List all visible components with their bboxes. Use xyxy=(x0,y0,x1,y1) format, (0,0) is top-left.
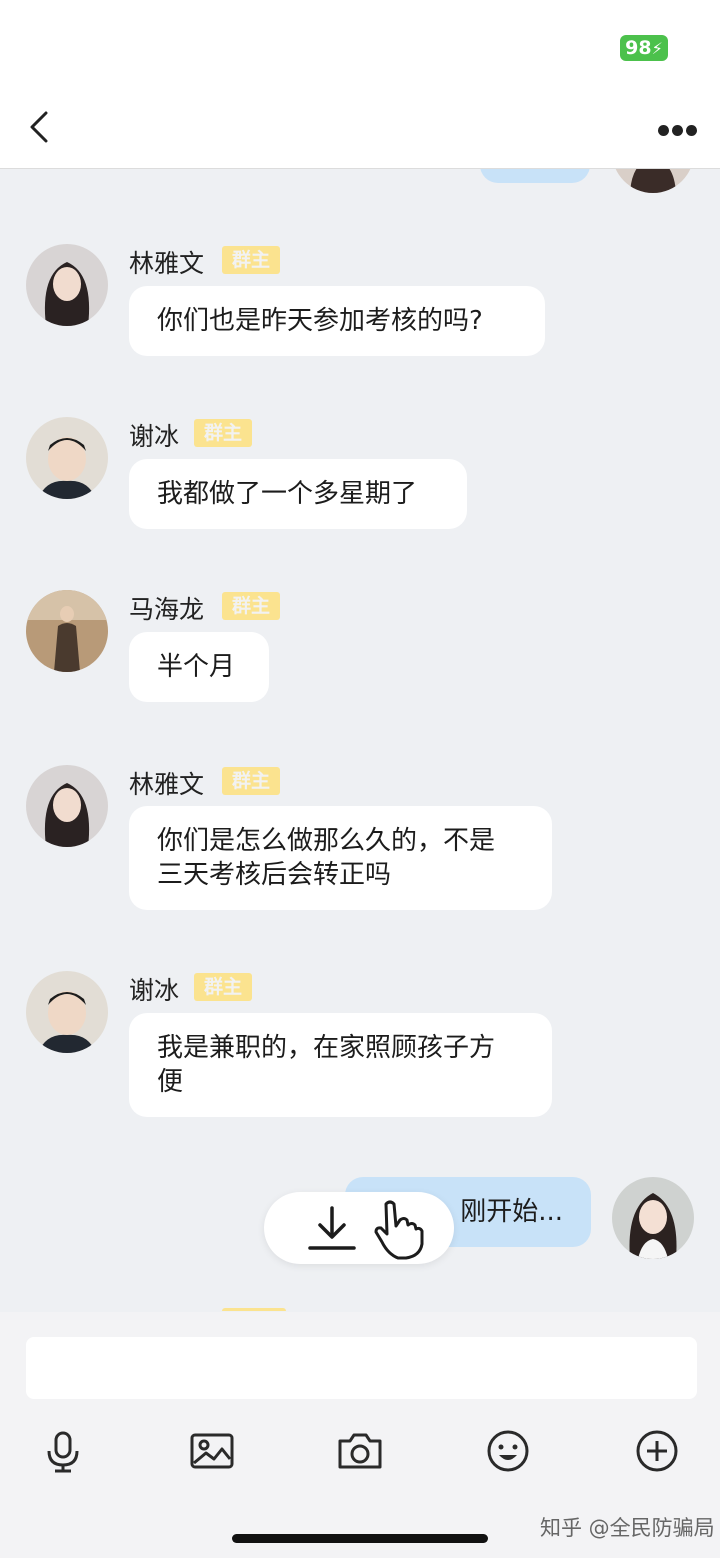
more-dot xyxy=(686,125,697,136)
sender-name: 马海龙 xyxy=(129,595,205,624)
avatar-photo xyxy=(26,971,108,1053)
owner-badge: 群主 xyxy=(222,592,281,620)
message-text: 刚开始... xyxy=(460,1197,563,1227)
my-avatar-partial[interactable] xyxy=(612,169,694,193)
avatar-photo xyxy=(26,417,108,499)
avatar-photo xyxy=(26,590,108,672)
message-bubble[interactable]: 我是兼职的，在家照顾孩子方 便 xyxy=(129,1013,552,1117)
message-bubble[interactable]: 半个月 xyxy=(129,632,269,702)
message-bubble[interactable]: 你们也是昨天参加考核的吗? xyxy=(129,286,545,356)
owner-badge-partial xyxy=(222,1308,286,1311)
charging-icon: ⚡ xyxy=(651,39,663,58)
chat-header xyxy=(0,95,720,169)
message-bubble[interactable]: 我都做了一个多星期了 xyxy=(129,459,467,529)
avatar[interactable] xyxy=(26,244,108,326)
pointing-hand-icon[interactable] xyxy=(372,1198,432,1260)
owner-badge: 群主 xyxy=(222,767,281,795)
avatar[interactable] xyxy=(26,417,108,499)
message-input[interactable] xyxy=(26,1337,697,1399)
my-message-bubble-partial[interactable] xyxy=(480,169,590,183)
avatar-photo xyxy=(612,1177,694,1259)
avatar[interactable] xyxy=(26,590,108,672)
floating-action-pill[interactable] xyxy=(264,1192,454,1264)
sender-name: 谢冰 xyxy=(129,976,180,1005)
message-text: 半个月 xyxy=(157,652,236,682)
plus-circle-icon[interactable] xyxy=(633,1427,681,1475)
status-bar: 98⚡ xyxy=(0,0,720,95)
battery-indicator: 98⚡ xyxy=(620,35,668,61)
avatar-photo xyxy=(612,169,694,193)
microphone-icon[interactable] xyxy=(39,1427,87,1475)
message-text: 你们也是昨天参加考核的吗? xyxy=(157,306,483,336)
owner-badge: 群主 xyxy=(194,419,253,447)
message-text-line: 便 xyxy=(157,1067,184,1097)
more-dots-icon xyxy=(658,125,669,136)
more-button[interactable] xyxy=(658,125,698,137)
watermark: 知乎 @全民防骗局 xyxy=(540,1516,715,1540)
message-text-line: 你们是怎么做那么久的，不是 xyxy=(157,826,496,856)
image-icon[interactable] xyxy=(188,1427,236,1475)
battery-level: 98 xyxy=(625,37,652,59)
chat-area[interactable]: 林雅文 群主 你们也是昨天参加考核的吗? 谢冰 群主 我都做了一个多星期了 马海… xyxy=(0,169,720,1311)
sender-name: 林雅文 xyxy=(129,770,205,799)
sender-name: 林雅文 xyxy=(129,249,205,278)
avatar-photo xyxy=(26,244,108,326)
avatar[interactable] xyxy=(26,765,108,847)
message-text-line: 我是兼职的，在家照顾孩子方 xyxy=(157,1033,496,1063)
avatar-photo xyxy=(26,765,108,847)
message-bubble[interactable]: 你们是怎么做那么久的，不是 三天考核后会转正吗 xyxy=(129,806,552,910)
message-text-line: 三天考核后会转正吗 xyxy=(157,860,392,890)
download-icon[interactable] xyxy=(306,1202,358,1254)
my-avatar[interactable] xyxy=(612,1177,694,1259)
camera-icon[interactable] xyxy=(336,1427,384,1475)
more-dot xyxy=(672,125,683,136)
message-text: 我都做了一个多星期了 xyxy=(157,479,418,509)
owner-badge: 群主 xyxy=(194,973,253,1001)
home-indicator[interactable] xyxy=(232,1534,488,1543)
sender-name: 谢冰 xyxy=(129,422,180,451)
avatar[interactable] xyxy=(26,971,108,1053)
emoji-icon[interactable] xyxy=(484,1427,532,1475)
back-button[interactable] xyxy=(26,109,56,149)
chevron-left-icon xyxy=(30,111,48,143)
owner-badge: 群主 xyxy=(222,246,281,274)
